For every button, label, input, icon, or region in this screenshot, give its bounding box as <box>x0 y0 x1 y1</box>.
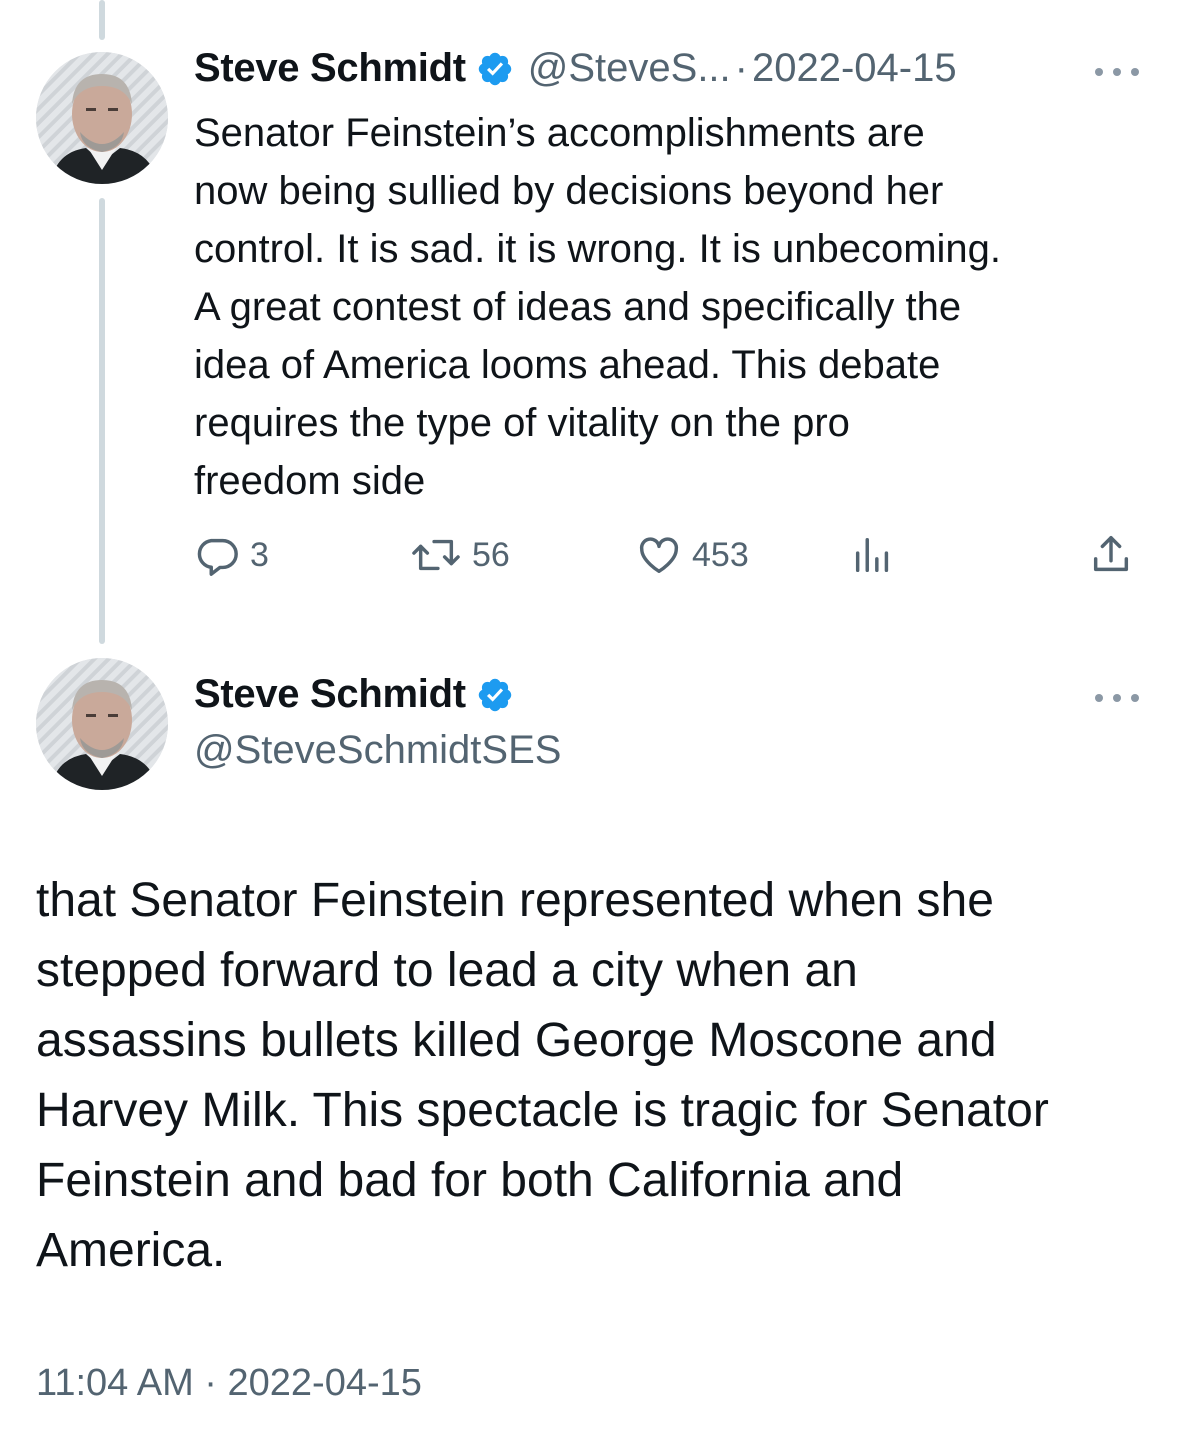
text-line: assassins bullets killed George Moscone … <box>36 1014 997 1067</box>
avatar[interactable] <box>36 52 168 184</box>
like-count: 453 <box>692 535 749 574</box>
avatar-photo <box>36 658 168 790</box>
text-line: freedom side <box>194 459 426 503</box>
more-options-icon[interactable] <box>1095 66 1139 78</box>
reply-icon <box>194 532 240 578</box>
text-line: stepped forward to lead a city when an <box>36 944 858 997</box>
display-name[interactable]: Steve Schmidt <box>194 672 466 717</box>
display-name[interactable]: Steve Schmidt <box>194 46 466 91</box>
views-button[interactable] <box>850 532 896 578</box>
text-line: Feinstein and bad for both California an… <box>36 1154 904 1207</box>
handle[interactable]: @SteveSchmidtSES <box>194 728 561 773</box>
verified-badge-icon <box>476 676 514 714</box>
avatar-photo <box>36 52 168 184</box>
text-line: A great contest of ideas and specificall… <box>194 285 962 329</box>
text-line: idea of America looms ahead. This debate <box>194 343 941 387</box>
share-button[interactable] <box>1088 532 1134 578</box>
text-line: control. It is sad. it is wrong. It is u… <box>194 227 1002 271</box>
text-line: now being sullied by decisions beyond he… <box>194 169 944 213</box>
more-options-icon[interactable] <box>1095 692 1139 704</box>
views-icon <box>850 532 896 578</box>
verified-badge-icon <box>476 50 514 88</box>
reply-button[interactable]: 3 <box>194 532 269 578</box>
thread-line-connector <box>99 198 105 644</box>
text-line: requires the type of vitality on the pro <box>194 401 850 445</box>
main-tweet-header: Steve Schmidt <box>194 672 514 717</box>
thread-line-top <box>99 0 105 40</box>
like-icon <box>636 532 682 578</box>
reply-count: 3 <box>250 535 269 574</box>
tweet-timestamp[interactable]: 11:04 AM · 2022-04-15 <box>36 1362 422 1405</box>
retweet-icon <box>410 532 462 578</box>
reply-tweet-header: Steve Schmidt @SteveS... · 2022-04-15 <box>194 46 957 91</box>
tweet-date[interactable]: 2022-04-15 <box>752 46 957 91</box>
main-tweet-text: that Senator Feinstein represented when … <box>36 866 1146 1286</box>
text-line: America. <box>36 1224 226 1277</box>
reply-tweet-text: Senator Feinstein’s accomplishments are … <box>194 104 1134 510</box>
retweet-count: 56 <box>472 535 510 574</box>
like-button[interactable]: 453 <box>636 532 749 578</box>
retweet-button[interactable]: 56 <box>410 532 510 578</box>
text-line: Harvey Milk. This spectacle is tragic fo… <box>36 1084 1049 1137</box>
avatar[interactable] <box>36 658 168 790</box>
text-line: Senator Feinstein’s accomplishments are <box>194 111 925 155</box>
handle[interactable]: @SteveS... <box>528 46 731 91</box>
share-icon <box>1088 532 1134 578</box>
text-line: that Senator Feinstein represented when … <box>36 874 994 927</box>
separator: · <box>734 46 748 90</box>
tweet-actions-bar: 3 56 453 <box>194 532 1140 582</box>
